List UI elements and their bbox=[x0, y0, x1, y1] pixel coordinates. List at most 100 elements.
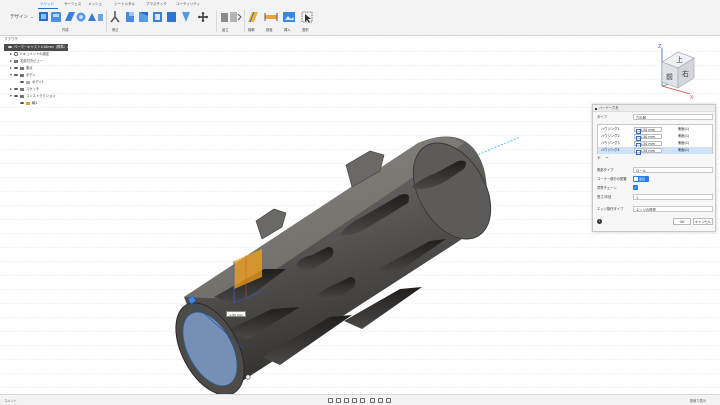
tree-item-origin[interactable]: 原点 bbox=[10, 65, 33, 72]
boundary-chain-checkbox[interactable]: ✓ bbox=[633, 185, 638, 190]
row-value[interactable]: 1.50 mm bbox=[634, 141, 662, 148]
tree-label: 原点 bbox=[26, 66, 33, 70]
tree-item-body1[interactable]: ボディ1 bbox=[20, 79, 44, 86]
table-row[interactable]: ハウジング3 1.50 mm 側面(1) bbox=[598, 140, 712, 148]
edge-operation-select[interactable]: エッジの選択 bbox=[633, 206, 713, 212]
body-icon bbox=[26, 80, 30, 84]
table-row-selected[interactable]: ハウジング4 1.50 mm 側面(1) bbox=[598, 147, 712, 155]
display-settings-icon[interactable] bbox=[370, 397, 375, 403]
tree-item-document-settings[interactable]: ドキュメントの設定 bbox=[10, 51, 49, 58]
viewport-settings-icon[interactable] bbox=[386, 397, 391, 403]
row-value[interactable]: 1.50 mm bbox=[634, 127, 662, 134]
create-tools[interactable] bbox=[38, 10, 104, 24]
cube-top-label: 上 bbox=[676, 55, 683, 64]
group-inspect-label[interactable]: 検査 bbox=[266, 27, 273, 32]
expand-icon[interactable] bbox=[10, 88, 12, 90]
comments-label[interactable]: コメント bbox=[4, 398, 17, 403]
row-value[interactable]: 1.50 mm bbox=[634, 148, 662, 155]
assemble-tools[interactable] bbox=[220, 10, 242, 24]
orbit-icon[interactable] bbox=[328, 397, 333, 403]
pivot-marker[interactable] bbox=[245, 374, 251, 380]
tree-item-sketches[interactable]: スケッチ bbox=[10, 86, 39, 93]
tab-solid[interactable]: ソリッド bbox=[40, 2, 54, 7]
row-dir[interactable]: 側面(1) bbox=[678, 147, 689, 154]
eye-icon[interactable] bbox=[8, 45, 12, 49]
pan-icon[interactable] bbox=[344, 397, 349, 403]
row-dir[interactable]: 側面(1) bbox=[678, 126, 689, 133]
look-at-icon[interactable] bbox=[336, 397, 341, 403]
tree-item-construction[interactable]: コンストラクション bbox=[10, 93, 56, 100]
row-value[interactable]: 1.50 mm bbox=[634, 134, 662, 141]
add-remove-buttons[interactable]: + − bbox=[597, 156, 609, 162]
toolbar: デザイン ソリッド サーフェス メッシュ シートメタル プラスチック ユーティリ… bbox=[0, 0, 720, 36]
corner-type-select[interactable]: ロール bbox=[633, 167, 713, 173]
fillet-dialog: ハードー穴を タイプ 穴の個 ハウジング1 1.50 mm 側面(1) ハウジン… bbox=[592, 104, 716, 232]
folder-icon bbox=[20, 73, 24, 77]
group-select-label[interactable]: 選択 bbox=[302, 27, 309, 32]
dimension-input[interactable]: 1.50 mm bbox=[226, 311, 246, 317]
tree-label: コンストラクション bbox=[26, 94, 56, 98]
boundary-chain-label: 境界チェーン bbox=[597, 186, 617, 190]
construct-tools[interactable] bbox=[246, 10, 260, 24]
workspace-switcher[interactable]: デザイン bbox=[4, 10, 34, 26]
fit-icon[interactable] bbox=[360, 397, 365, 403]
tab-sheetmetal[interactable]: シートメタル bbox=[114, 2, 135, 7]
ok-button[interactable]: OK bbox=[673, 218, 691, 225]
inspect-tools[interactable] bbox=[264, 10, 278, 24]
dialog-title: ハードー穴を bbox=[593, 105, 715, 112]
modify-tools[interactable] bbox=[110, 10, 214, 24]
folder-icon bbox=[14, 59, 18, 63]
tab-surface[interactable]: サーフェス bbox=[64, 2, 81, 7]
tab-plastic[interactable]: プラスチック bbox=[146, 2, 167, 7]
zoom-icon[interactable] bbox=[352, 397, 357, 403]
tree-label: ボディ1 bbox=[32, 80, 44, 84]
row-dir[interactable]: 側面(1) bbox=[678, 140, 689, 147]
tree-label: ドキュメントの設定 bbox=[19, 52, 50, 56]
type-label: タイプ bbox=[597, 115, 607, 119]
numeric-display-label[interactable]: 数値で表示 bbox=[690, 398, 706, 403]
eye-icon[interactable] bbox=[14, 87, 18, 91]
eye-icon[interactable] bbox=[14, 73, 18, 77]
tree-item-axis1[interactable]: 軸1 bbox=[20, 100, 37, 107]
eye-icon[interactable] bbox=[14, 66, 18, 70]
browser-panel: ブラウザ ベーマーキャスト×10mm（標準）v2 ドキュメントの設定 名前付きビ… bbox=[0, 36, 120, 122]
tree-item-bodies[interactable]: ボディ bbox=[10, 72, 36, 79]
table-row[interactable]: ハウジング2 1.50 mm 側面(1) bbox=[598, 133, 712, 141]
continuous-toggle[interactable]: 連続 bbox=[633, 176, 649, 182]
insert-tools[interactable] bbox=[282, 10, 296, 24]
group-create-label[interactable]: 作成 bbox=[62, 27, 69, 32]
tree-label: ベーマーキャスト×10mm（標準）v2 bbox=[14, 45, 71, 49]
eye-icon[interactable] bbox=[14, 94, 18, 98]
group-assemble-label[interactable]: 組立 bbox=[222, 27, 229, 32]
tree-item-named-views[interactable]: 名前付きビュー bbox=[10, 58, 43, 65]
expand-icon[interactable] bbox=[10, 67, 12, 69]
expand-icon[interactable] bbox=[10, 74, 12, 76]
tab-mesh[interactable]: メッシュ bbox=[88, 2, 102, 7]
axis-icon bbox=[26, 101, 30, 105]
cancel-button[interactable]: キャンセル bbox=[693, 218, 713, 225]
expand-icon[interactable] bbox=[10, 95, 12, 97]
length-label: 長さ/半径 bbox=[597, 195, 612, 199]
viewcube[interactable]: 上 前 右 Z X bbox=[650, 40, 700, 100]
expand-icon[interactable] bbox=[10, 53, 12, 55]
info-icon[interactable]: i bbox=[597, 219, 602, 224]
group-modify-label[interactable]: 修正 bbox=[112, 27, 119, 32]
group-construct-label[interactable]: 構築 bbox=[248, 27, 255, 32]
x-axis-label: X bbox=[690, 95, 694, 100]
expand-icon[interactable] bbox=[10, 60, 12, 62]
corner-placement-label: コーナー部分の配置 bbox=[597, 177, 627, 181]
browser-title: ブラウザ bbox=[4, 37, 18, 41]
length-input[interactable]: 1 bbox=[633, 194, 713, 200]
tab-utility[interactable]: ユーティリティ bbox=[176, 2, 200, 7]
type-select[interactable]: 穴の個 bbox=[633, 114, 713, 120]
table-row[interactable]: ハウジング1 1.50 mm 側面(1) bbox=[598, 126, 712, 134]
edge-table: ハウジング1 1.50 mm 側面(1) ハウジング2 1.50 mm 側面(1… bbox=[597, 124, 713, 155]
group-insert-label[interactable]: 挿入 bbox=[284, 27, 291, 32]
row-dir[interactable]: 側面(1) bbox=[678, 133, 689, 140]
eye-icon[interactable] bbox=[20, 101, 24, 105]
tree-root[interactable]: ベーマーキャスト×10mm（標準）v2 bbox=[4, 44, 71, 51]
grid-settings-icon[interactable] bbox=[378, 397, 383, 403]
eye-icon[interactable] bbox=[20, 80, 24, 84]
select-tools[interactable] bbox=[300, 10, 314, 24]
expand-icon[interactable] bbox=[4, 46, 6, 48]
